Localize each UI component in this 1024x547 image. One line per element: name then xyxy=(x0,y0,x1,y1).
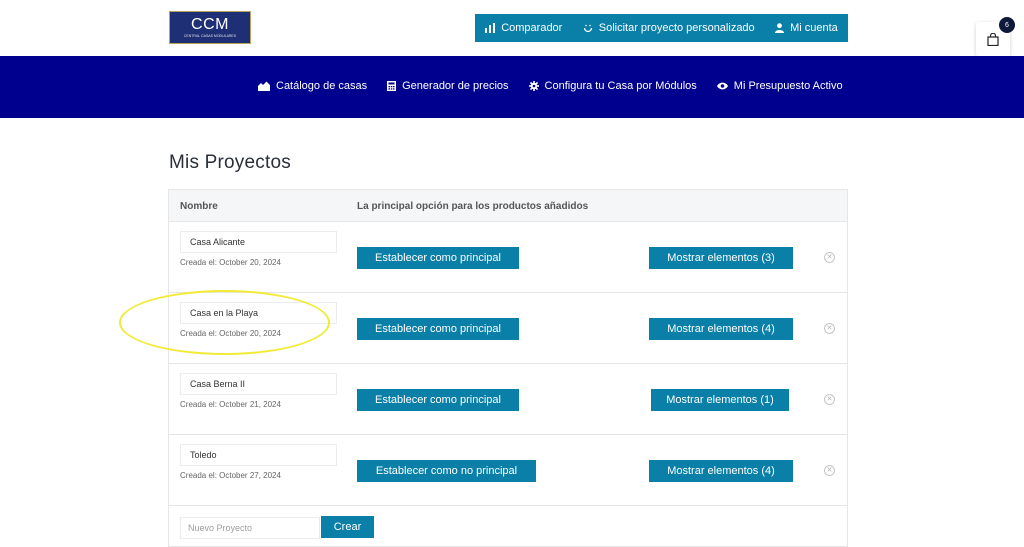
shopping-bag-icon xyxy=(987,32,999,46)
project-created-date: Creada el: October 27, 2024 xyxy=(180,471,281,480)
set-main-button[interactable]: Establecer como principal xyxy=(357,318,519,340)
top-nav-label: Solicitar proyecto personalizado xyxy=(598,22,755,34)
main-nav-label: Configura tu Casa por Módulos xyxy=(544,80,697,92)
column-header-name: Nombre xyxy=(180,201,218,212)
main-nav-label: Catálogo de casas xyxy=(276,80,368,92)
houses-icon xyxy=(258,81,270,91)
show-items-button[interactable]: Mostrar elementos (4) xyxy=(649,318,793,340)
eye-icon xyxy=(716,82,728,90)
main-nav-generador[interactable]: Generador de precios xyxy=(387,80,509,92)
project-name-field[interactable]: Casa Alicante xyxy=(180,231,337,253)
remove-project-icon[interactable]: ✕ xyxy=(824,323,835,334)
logo-text: CCM xyxy=(191,16,229,33)
project-name-field[interactable]: Casa Berna II xyxy=(180,373,337,395)
main-nav-label: Mi Presupuesto Activo xyxy=(733,80,843,92)
remove-project-icon[interactable]: ✕ xyxy=(824,394,835,405)
project-created-date: Creada el: October 20, 2024 xyxy=(180,329,281,338)
main-nav-configura[interactable]: Configura tu Casa por Módulos xyxy=(528,80,697,92)
main-nav: Catálogo de casas Generador de precios C… xyxy=(0,56,1024,118)
table-row: Casa Berna II Creada el: October 21, 202… xyxy=(169,364,847,435)
cart-count-badge: 6 xyxy=(999,17,1015,33)
site-logo[interactable]: CCM CENTRAL CASAS MODULARES xyxy=(169,11,251,44)
top-nav-comparador[interactable]: Comparador xyxy=(485,22,562,34)
project-name-field[interactable]: Toledo xyxy=(180,444,337,466)
show-items-button[interactable]: Mostrar elementos (1) xyxy=(651,389,789,411)
logo-subtext: CENTRAL CASAS MODULARES xyxy=(183,34,237,38)
set-not-main-button[interactable]: Establecer como no principal xyxy=(357,460,536,482)
project-name-field[interactable]: Casa en la Playa xyxy=(180,302,337,324)
page-title: Mis Proyectos xyxy=(169,152,291,173)
set-main-button[interactable]: Establecer como principal xyxy=(357,247,519,269)
project-created-date: Creada el: October 20, 2024 xyxy=(180,258,281,267)
user-icon xyxy=(775,23,785,33)
bar-chart-icon xyxy=(485,23,496,33)
smile-icon xyxy=(583,24,592,33)
top-nav-label: Mi cuenta xyxy=(790,22,838,34)
main-nav-label: Generador de precios xyxy=(402,80,509,92)
top-nav-label: Comparador xyxy=(501,22,563,34)
create-project-button[interactable]: Crear xyxy=(321,516,374,538)
gear-icon xyxy=(528,81,539,91)
set-main-button[interactable]: Establecer como principal xyxy=(357,389,519,411)
remove-project-icon[interactable]: ✕ xyxy=(824,465,835,476)
table-header: Nombre La principal opción para los prod… xyxy=(169,190,847,222)
table-row: Casa en la Playa Creada el: October 20, … xyxy=(169,293,847,364)
main-nav-presupuesto[interactable]: Mi Presupuesto Activo xyxy=(716,80,843,92)
projects-table: Nombre La principal opción para los prod… xyxy=(168,189,848,547)
remove-project-icon[interactable]: ✕ xyxy=(824,252,835,263)
table-row: Casa Alicante Creada el: October 20, 202… xyxy=(169,222,847,293)
calculator-icon xyxy=(387,81,397,91)
new-project-input[interactable] xyxy=(180,517,320,539)
project-created-date: Creada el: October 21, 2024 xyxy=(180,400,281,409)
top-nav-solicitar-proyecto[interactable]: Solicitar proyecto personalizado xyxy=(583,22,755,34)
top-nav: Comparador Solicitar proyecto personaliz… xyxy=(475,14,848,42)
show-items-button[interactable]: Mostrar elementos (4) xyxy=(649,460,793,482)
top-bar: CCM CENTRAL CASAS MODULARES Comparador S… xyxy=(0,0,1024,56)
table-row: Toledo Creada el: October 27, 2024 Estab… xyxy=(169,435,847,506)
new-project-row: Crear xyxy=(169,506,847,546)
column-header-main-option: La principal opción para los productos a… xyxy=(357,201,589,212)
show-items-button[interactable]: Mostrar elementos (3) xyxy=(649,247,793,269)
main-nav-catalogo[interactable]: Catálogo de casas xyxy=(258,80,367,92)
top-nav-mi-cuenta[interactable]: Mi cuenta xyxy=(775,22,838,34)
